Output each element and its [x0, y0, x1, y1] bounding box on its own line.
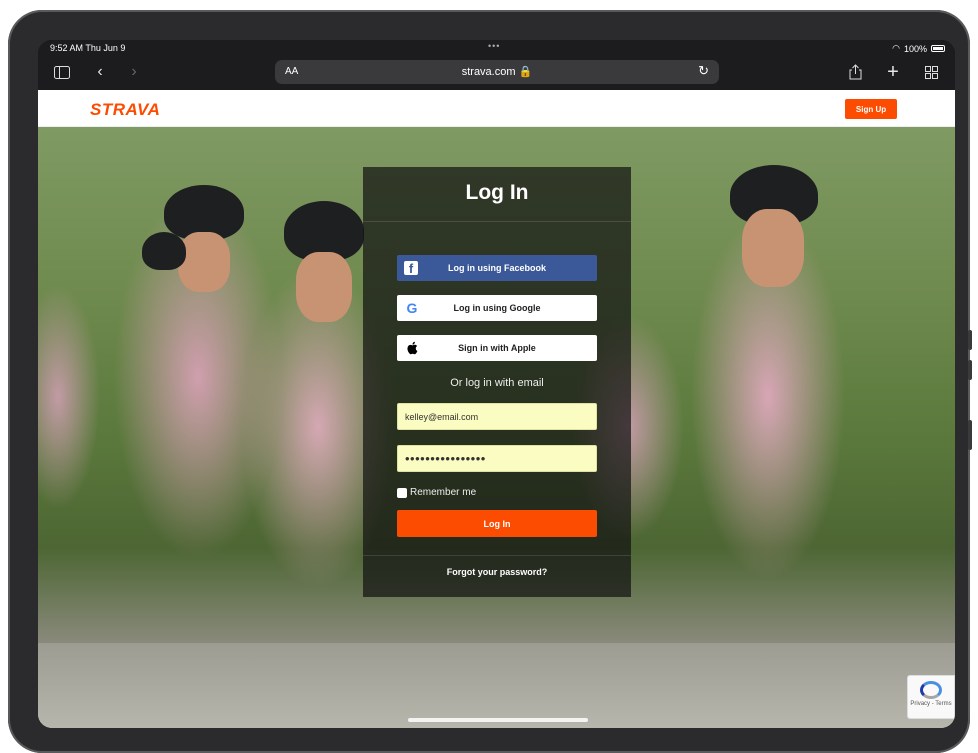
- sign-up-button[interactable]: Sign Up: [845, 99, 897, 119]
- wifi-icon: ◠: [892, 43, 900, 53]
- divider: [363, 221, 631, 222]
- address-bar[interactable]: AA strava.com 🔒 ↻: [275, 60, 719, 84]
- recaptcha-label[interactable]: Privacy - Terms: [910, 701, 951, 707]
- or-separator-text: Or log in with email: [450, 377, 544, 389]
- battery-icon: [931, 45, 945, 52]
- google-login-label: Log in using Google: [453, 303, 541, 313]
- apple-login-label: Sign in with Apple: [458, 343, 536, 353]
- forward-icon[interactable]: ›: [126, 60, 142, 84]
- screen: 9:52 AM Thu Jun 9 ••• ◠ 100% ‹ › AA stra…: [38, 40, 955, 728]
- facebook-icon: f: [404, 261, 418, 276]
- reload-icon[interactable]: ↻: [698, 63, 709, 79]
- tabs-grid-icon[interactable]: [922, 60, 940, 84]
- url-text[interactable]: strava.com 🔒: [275, 65, 719, 78]
- web-content: STRAVA Sign Up Log In f Log in using Fac…: [38, 90, 955, 728]
- sidebar-icon[interactable]: [52, 60, 72, 84]
- recaptcha-badge[interactable]: Privacy - Terms: [907, 675, 955, 719]
- status-right: ◠ 100%: [892, 43, 945, 54]
- email-field[interactable]: kelley@email.com: [397, 403, 597, 430]
- power-button: [968, 420, 972, 450]
- divider: [363, 555, 631, 556]
- cyclist-face: [178, 232, 230, 292]
- login-panel: Log In f Log in using Facebook G Log in …: [363, 167, 631, 597]
- safari-toolbar: ‹ › AA strava.com 🔒 ↻ +: [38, 56, 955, 90]
- share-icon[interactable]: [846, 60, 864, 84]
- remember-me-label: Remember me: [410, 487, 477, 498]
- home-indicator: [408, 718, 588, 722]
- log-in-button[interactable]: Log In: [397, 510, 597, 537]
- volume-button: [968, 360, 972, 380]
- back-icon[interactable]: ‹: [92, 60, 108, 84]
- google-login-button[interactable]: G Log in using Google: [397, 295, 597, 321]
- apple-login-button[interactable]: Sign in with Apple: [397, 335, 597, 361]
- road: [38, 643, 955, 728]
- multitasking-dots[interactable]: •••: [488, 41, 500, 51]
- forgot-password-link[interactable]: Forgot your password?: [363, 567, 631, 577]
- battery-percent: 100%: [903, 43, 927, 54]
- hero-cyclists-image: Log In f Log in using Facebook G Log in …: [38, 127, 955, 728]
- recaptcha-icon: [920, 681, 942, 699]
- cyclist-face: [742, 209, 804, 287]
- remember-me[interactable]: Remember me: [397, 487, 476, 498]
- volume-button: [968, 330, 972, 350]
- login-title: Log In: [465, 181, 529, 204]
- apple-icon: [403, 339, 421, 357]
- google-icon: G: [406, 300, 418, 316]
- new-tab-icon[interactable]: +: [884, 60, 902, 84]
- password-field[interactable]: ••••••••••••••••: [397, 445, 597, 472]
- cyclist-helmet: [142, 232, 186, 270]
- strava-logo[interactable]: STRAVA: [90, 100, 160, 120]
- facebook-login-button[interactable]: f Log in using Facebook: [397, 255, 597, 281]
- cyclist-face: [296, 252, 352, 322]
- remember-me-checkbox[interactable]: [397, 487, 407, 498]
- facebook-login-label: Log in using Facebook: [447, 263, 546, 273]
- status-bar: 9:52 AM Thu Jun 9 ••• ◠ 100%: [38, 40, 955, 56]
- clock: 9:52 AM Thu Jun 9: [50, 43, 126, 53]
- site-header: STRAVA Sign Up: [38, 90, 955, 127]
